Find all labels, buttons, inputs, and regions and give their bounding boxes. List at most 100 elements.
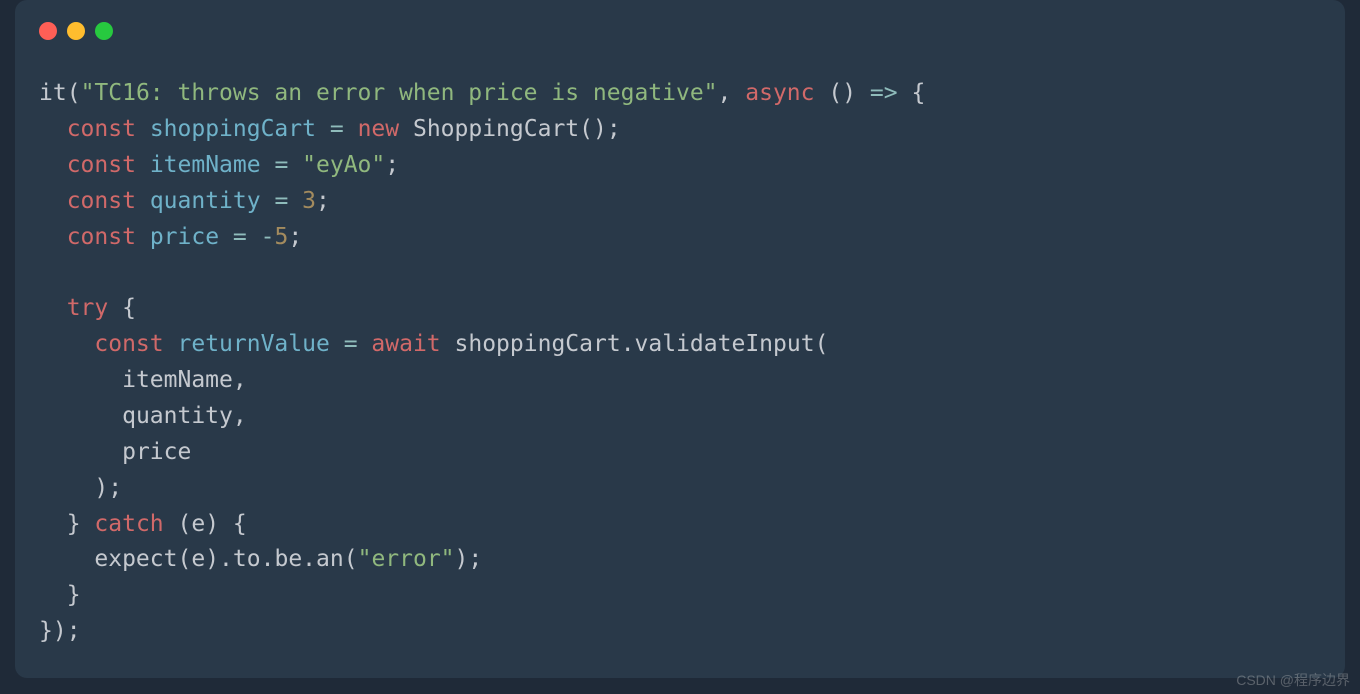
variable: e xyxy=(191,546,205,572)
minimize-icon[interactable] xyxy=(67,22,85,40)
punc: ); xyxy=(455,546,483,572)
punc: (); xyxy=(579,116,621,142)
punc: }); xyxy=(39,618,81,644)
code-line: }); xyxy=(39,618,81,644)
string: "TC16: throws an error when price is neg… xyxy=(81,80,718,106)
code-line: const quantity = 3; xyxy=(39,188,330,214)
code-line: price xyxy=(39,439,191,465)
arg: itemName xyxy=(122,367,233,393)
indent xyxy=(39,188,67,214)
arrow: => xyxy=(870,80,898,106)
code-line: const returnValue = await shoppingCart.v… xyxy=(39,331,828,357)
window-titlebar xyxy=(15,0,1345,40)
punc: , xyxy=(233,403,247,429)
maximize-icon[interactable] xyxy=(95,22,113,40)
indent xyxy=(39,546,94,572)
punc: ( xyxy=(344,546,358,572)
watermark: CSDN @程序边界 xyxy=(1236,670,1350,690)
punc: ( xyxy=(815,331,829,357)
variable: price xyxy=(150,224,219,250)
keyword: await xyxy=(371,331,440,357)
indent xyxy=(39,403,122,429)
keyword: const xyxy=(67,188,136,214)
keyword: const xyxy=(67,224,136,250)
variable: shoppingCart xyxy=(150,116,316,142)
indent xyxy=(39,295,67,321)
variable: itemName xyxy=(150,152,261,178)
string: "eyAo" xyxy=(302,152,385,178)
punc: ( xyxy=(164,511,192,537)
punc: } xyxy=(67,511,95,537)
punc: ); xyxy=(94,475,122,501)
punc: , xyxy=(718,80,746,106)
operator: = xyxy=(330,116,344,142)
punc: () xyxy=(815,80,870,106)
punc: { xyxy=(898,80,926,106)
punc: ). xyxy=(205,546,233,572)
punc: . xyxy=(261,546,275,572)
code-window: it("TC16: throws an error when price is … xyxy=(15,0,1345,678)
punc: } xyxy=(67,582,81,608)
code-line: } catch (e) { xyxy=(39,511,247,537)
indent xyxy=(39,439,122,465)
operator: - xyxy=(261,224,275,250)
punc: , xyxy=(233,367,247,393)
code-line: const price = -5; xyxy=(39,224,302,250)
punc: . xyxy=(621,331,635,357)
operator: = xyxy=(274,152,288,178)
punc: ( xyxy=(67,80,81,106)
code-line: const shoppingCart = new ShoppingCart(); xyxy=(39,116,621,142)
object: shoppingCart xyxy=(455,331,621,357)
code-line: ); xyxy=(39,475,122,501)
class-name: ShoppingCart xyxy=(413,116,579,142)
code-line: expect(e).to.be.an("error"); xyxy=(39,546,482,572)
close-icon[interactable] xyxy=(39,22,57,40)
number: 5 xyxy=(275,224,289,250)
keyword: const xyxy=(94,331,163,357)
string: "error" xyxy=(358,546,455,572)
indent xyxy=(39,582,67,608)
prop: to xyxy=(233,546,261,572)
code-line: } xyxy=(39,582,81,608)
fn-name: expect xyxy=(94,546,177,572)
variable: returnValue xyxy=(178,331,330,357)
operator: = xyxy=(274,188,288,214)
indent xyxy=(39,475,94,501)
punc: . xyxy=(302,546,316,572)
keyword: async xyxy=(745,80,814,106)
punc: ; xyxy=(288,224,302,250)
indent xyxy=(39,331,94,357)
code-line: quantity, xyxy=(39,403,247,429)
code-line: try { xyxy=(39,295,136,321)
number: 3 xyxy=(302,188,316,214)
arg: price xyxy=(122,439,191,465)
code-line: itemName, xyxy=(39,367,247,393)
punc: ; xyxy=(316,188,330,214)
code-line: const itemName = "eyAo"; xyxy=(39,152,399,178)
keyword: try xyxy=(67,295,109,321)
indent xyxy=(39,511,67,537)
variable: e xyxy=(191,511,205,537)
method: validateInput xyxy=(635,331,815,357)
code-line: it("TC16: throws an error when price is … xyxy=(39,80,925,106)
code-block: it("TC16: throws an error when price is … xyxy=(15,40,1345,674)
method: an xyxy=(316,546,344,572)
operator: = xyxy=(344,331,358,357)
keyword: const xyxy=(67,152,136,178)
indent xyxy=(39,116,67,142)
punc: ( xyxy=(177,546,191,572)
keyword: const xyxy=(67,116,136,142)
keyword: new xyxy=(358,116,400,142)
arg: quantity xyxy=(122,403,233,429)
punc: ; xyxy=(385,152,399,178)
punc: ) { xyxy=(205,511,247,537)
indent xyxy=(39,367,122,393)
indent xyxy=(39,224,67,250)
punc: { xyxy=(108,295,136,321)
variable: quantity xyxy=(150,188,261,214)
operator: = xyxy=(233,224,247,250)
prop: be xyxy=(274,546,302,572)
keyword: catch xyxy=(94,511,163,537)
indent xyxy=(39,152,67,178)
fn-name: it xyxy=(39,80,67,106)
